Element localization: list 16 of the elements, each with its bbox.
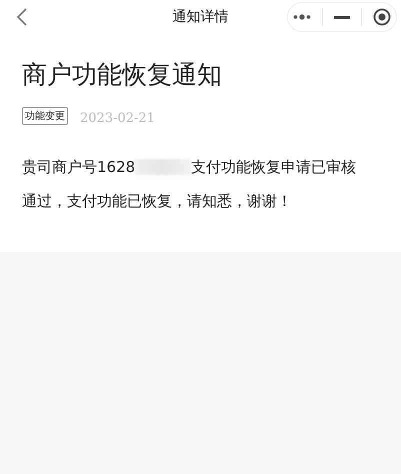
body-text: 通过，支付功能已恢复，请知悉，谢谢！ <box>22 191 292 212</box>
target-icon <box>372 8 391 26</box>
minimize-button[interactable] <box>334 16 350 18</box>
close-button[interactable] <box>372 8 391 26</box>
category-tag: 功能变更 <box>22 106 68 124</box>
body-text: 贵司商户号1628 <box>22 157 136 178</box>
body-text: 支付功能恢复申请已审核 <box>191 157 356 178</box>
minimize-icon <box>334 16 350 18</box>
back-button[interactable] <box>16 7 28 27</box>
page-title: 通知详情 <box>172 8 228 26</box>
more-button[interactable] <box>293 14 312 20</box>
notice-title: 商户功能恢复通知 <box>22 59 223 91</box>
redaction-mark <box>135 159 192 175</box>
notice-date: 2023-02-21 <box>80 111 155 126</box>
back-icon <box>16 7 28 27</box>
more-icon <box>293 14 312 20</box>
